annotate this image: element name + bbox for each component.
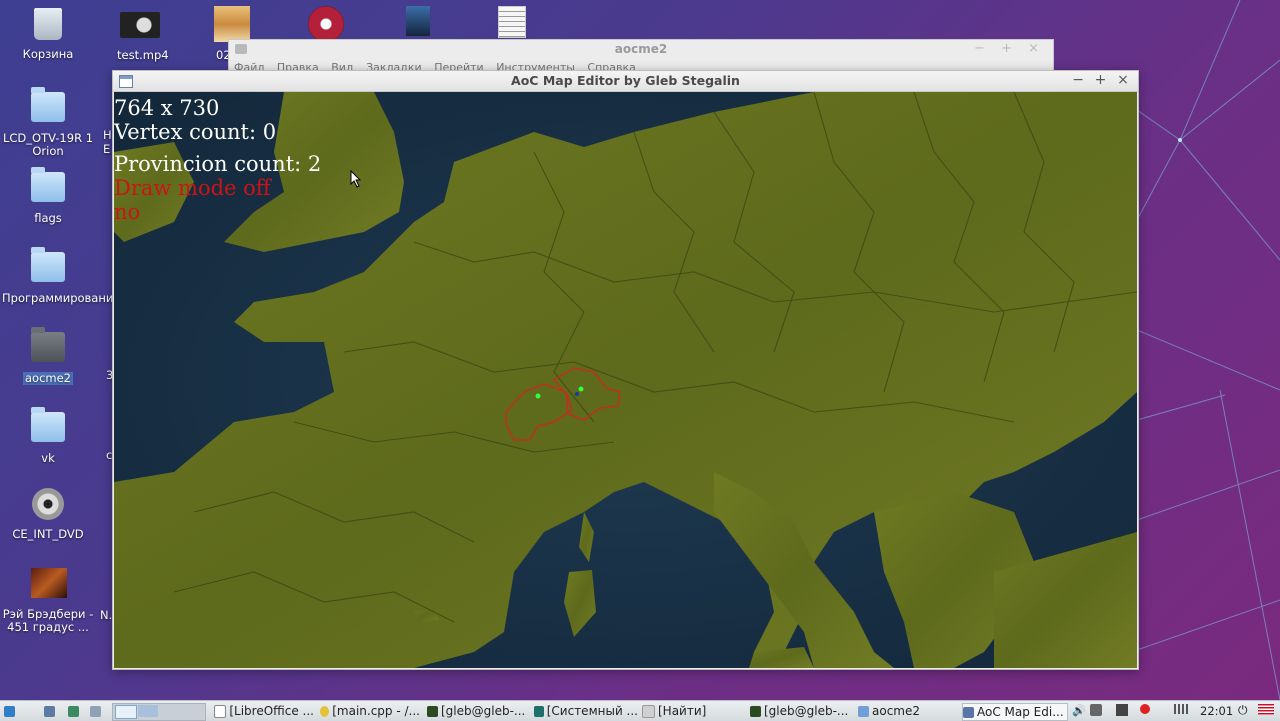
folder-icon [31, 327, 65, 362]
battery-icon[interactable] [1090, 704, 1102, 716]
keyboard-icon[interactable] [1116, 704, 1128, 716]
quicklaunch-desktop[interactable] [90, 703, 104, 719]
taskbar-item-main-cpp[interactable]: [main.cpp - /... [320, 703, 420, 719]
volume-icon[interactable]: 🔊 [1072, 704, 1086, 717]
file-manager-icon [44, 705, 55, 717]
desktop-icon-programming[interactable]: Программирование [2, 247, 120, 305]
start-menu-button[interactable] [4, 703, 18, 719]
start-menu-icon [4, 705, 15, 717]
desktop-icon-bradbury-video[interactable]: Рэй Брэдбери - 451 градус ... [2, 568, 94, 634]
quicklaunch-browser[interactable] [68, 703, 82, 719]
minimize-button[interactable]: − [1069, 72, 1087, 88]
document-icon [214, 704, 227, 718]
dvd-icon [32, 488, 64, 520]
folder-icon [31, 247, 65, 282]
folder-icon [31, 87, 65, 122]
taskbar-item-terminal-1[interactable]: [gleb@gleb-... [427, 703, 527, 719]
province-count-label: Provincion count: 2 [114, 152, 322, 176]
partial-icon-label: E [103, 142, 111, 156]
desktop-icon-test-video[interactable] [120, 6, 160, 40]
mouse-cursor-icon [350, 170, 362, 188]
taskbar-item-system-monitor[interactable]: [Системный ... [534, 703, 638, 719]
desktop-icon-textfile[interactable] [498, 6, 538, 40]
us-flag-icon[interactable] [1258, 704, 1274, 715]
desktop-icon-label: test.mp4 [117, 48, 169, 62]
folder-icon [31, 407, 65, 442]
browser-icon [68, 705, 79, 717]
app-logo-icon [308, 6, 344, 42]
power-icon[interactable]: ⏻ [1238, 703, 1248, 718]
taskbar-item-terminal-2[interactable]: [gleb@gleb-... [750, 703, 850, 719]
window-title: aocme2 [614, 42, 668, 56]
folder-icon [31, 167, 65, 202]
desktop-icon-lcd-folder[interactable]: LCD_OTV-19R 1 Orion [2, 87, 94, 158]
show-desktop-icon [90, 705, 101, 717]
taskbar-item-aocme2[interactable]: aocme2 [858, 703, 953, 719]
folder-icon [858, 705, 869, 717]
desktop-icon-app[interactable] [308, 6, 348, 42]
image-file-icon [406, 6, 430, 36]
map-canvas[interactable]: 764 x 730 Vertex count: 0 Provincion cou… [114, 92, 1137, 668]
network-signal-icon[interactable] [1174, 704, 1188, 714]
vertex-count-label: Vertex count: 0 [114, 120, 277, 144]
desktop-icon-image[interactable] [406, 6, 446, 40]
video-file-icon [120, 12, 160, 38]
terminal-icon [750, 705, 761, 717]
clock[interactable]: 22:01 [1200, 704, 1233, 718]
system-monitor-icon [534, 705, 544, 717]
desktop-icon-aocme2[interactable]: aocme2 [2, 327, 94, 385]
workspace-1[interactable] [115, 705, 137, 719]
map-dimensions-label: 764 x 730 [114, 96, 220, 120]
quicklaunch-files[interactable] [44, 703, 58, 719]
recording-icon[interactable] [1140, 704, 1150, 714]
window-titlebar[interactable]: AoC Map Editor by Gleb Stegalin − + × [113, 71, 1138, 92]
desktop-icon-dvd[interactable]: CE_INT_DVD [2, 488, 94, 541]
window-controls[interactable]: − + × [974, 41, 1045, 56]
map-editor-window[interactable]: AoC Map Editor by Gleb Stegalin − + × 76… [112, 70, 1139, 670]
window-icon [963, 706, 974, 718]
workspace-2[interactable] [138, 705, 158, 717]
maximize-button[interactable]: + [1092, 72, 1110, 88]
taskbar-item-find[interactable]: [Найти] [642, 703, 742, 719]
taskbar-item-map-editor[interactable]: AoC Map Edi... [962, 703, 1068, 721]
workspace-pager[interactable] [112, 703, 206, 721]
desktop-icon-trash[interactable]: Корзина [2, 8, 94, 61]
editor-icon [320, 705, 330, 717]
video-thumbnail-icon [31, 568, 67, 598]
text-file-icon [498, 6, 526, 38]
partial-icon-label: N. [100, 608, 113, 622]
desktop-icon-photo[interactable] [214, 6, 252, 42]
trash-icon [34, 8, 62, 40]
status-label: no [114, 200, 141, 224]
image-file-icon [214, 6, 250, 42]
desktop-icon-vk[interactable]: vk [2, 407, 94, 465]
draw-mode-label: Draw mode off [114, 176, 271, 200]
search-icon [642, 704, 655, 718]
terminal-icon [427, 705, 438, 717]
taskbar: [LibreOffice ... [main.cpp - /... [gleb@… [0, 700, 1280, 721]
partial-icon-label: H [103, 128, 112, 142]
taskbar-item-libreoffice[interactable]: [LibreOffice ... [214, 703, 314, 719]
desktop-icon-flags[interactable]: flags [2, 167, 94, 225]
close-button[interactable]: × [1114, 72, 1132, 88]
window-title: AoC Map Editor by Gleb Stegalin [511, 73, 740, 88]
